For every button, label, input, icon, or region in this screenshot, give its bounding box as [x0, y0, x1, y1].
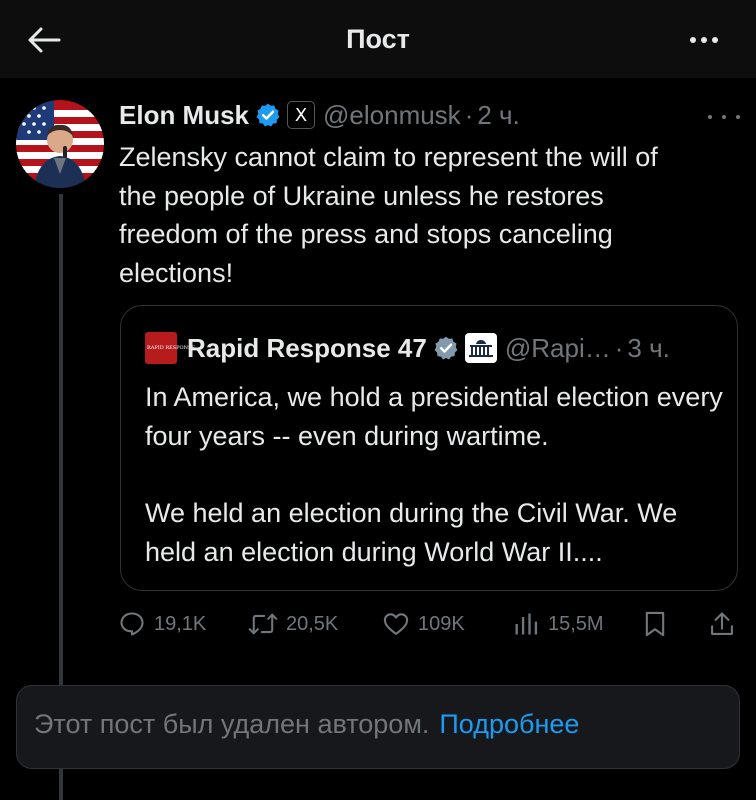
- share-icon: [711, 612, 733, 635]
- reply-icon: [120, 612, 144, 636]
- dot: [722, 115, 726, 119]
- separator: ·: [614, 332, 624, 363]
- quote-author-handle: @Rapi…: [504, 332, 611, 363]
- deleted-notice-text: Этот пост был удален автором. Подробнее: [34, 709, 579, 740]
- tweet-text-line: freedom of the press and stops canceling: [119, 219, 613, 249]
- quote-paragraph: In America, we hold a presidential elect…: [145, 382, 723, 451]
- quote-text: In America, we hold a presidential elect…: [145, 378, 725, 572]
- tweet-text-line: the people of Ukraine unless he restores: [119, 180, 604, 211]
- quote-time: 3 ч.: [627, 332, 670, 363]
- reply-button[interactable]: 19,1K: [118, 608, 206, 640]
- share-button[interactable]: [708, 608, 736, 640]
- verified-badge-icon: [255, 102, 281, 128]
- views-button[interactable]: 15,5M: [512, 608, 604, 640]
- analytics-icon: [515, 613, 538, 635]
- views-count: 15,5M: [548, 612, 604, 635]
- author-name[interactable]: Elon Musk: [119, 100, 249, 131]
- deleted-post-notice: Этот пост был удален автором. Подробнее: [16, 685, 740, 769]
- repost-icon: [248, 613, 278, 635]
- dot: [708, 115, 712, 119]
- bookmark-button[interactable]: [642, 608, 668, 640]
- tweet-actions: 19,1K 20,5K 109K 15,5M: [118, 608, 743, 640]
- quote-paragraph: We held an election during the Civil War…: [145, 498, 678, 567]
- page-title: Пост: [346, 24, 410, 54]
- repost-button[interactable]: 20,5K: [248, 608, 338, 640]
- avatar-image: [16, 100, 104, 188]
- dot: [712, 37, 718, 43]
- like-count: 109K: [418, 612, 465, 635]
- tweet-text: Zelensky cannot claim to represent the w…: [119, 138, 739, 292]
- tweet-time[interactable]: 2 ч.: [477, 100, 519, 131]
- dot: [736, 115, 740, 119]
- top-bar: Пост: [0, 0, 756, 78]
- more-options-button[interactable]: [682, 24, 726, 56]
- quote-header: RAPID RESPONSE Rapid Response 47 @Rapi… …: [145, 328, 670, 368]
- tweet-text-line: elections!: [119, 257, 234, 288]
- heart-icon: [383, 613, 409, 635]
- logo-text: RAPID RESPONSE: [147, 345, 196, 351]
- dot: [701, 37, 707, 43]
- author-handle[interactable]: @elonmusk: [323, 100, 461, 131]
- quote-author-name: Rapid Response 47: [187, 332, 427, 363]
- x-affiliate-icon: X: [287, 101, 316, 129]
- gray-verified-badge-icon: [433, 335, 459, 361]
- deleted-message: Этот пост был удален автором.: [34, 709, 430, 739]
- tweet-header: Elon Musk X @elonmusk · 2 ч.: [119, 96, 520, 134]
- separator: ·: [464, 99, 474, 130]
- rapid-response-logo: RAPID RESPONSE: [145, 332, 196, 364]
- tweet-more-button[interactable]: [708, 112, 740, 122]
- repost-count: 20,5K: [286, 612, 339, 635]
- white-house-icon: [464, 333, 497, 363]
- learn-more-link[interactable]: Подробнее: [439, 709, 579, 739]
- quoted-tweet-card[interactable]: RAPID RESPONSE Rapid Response 47 @Rapi… …: [120, 305, 738, 591]
- dot: [690, 37, 696, 43]
- tweet-text-line: Zelensky cannot claim to represent the w…: [119, 142, 658, 172]
- bookmark-icon: [645, 611, 665, 637]
- like-button[interactable]: 109K: [382, 608, 465, 640]
- reply-count: 19,1K: [154, 612, 207, 635]
- author-avatar[interactable]: [16, 100, 104, 188]
